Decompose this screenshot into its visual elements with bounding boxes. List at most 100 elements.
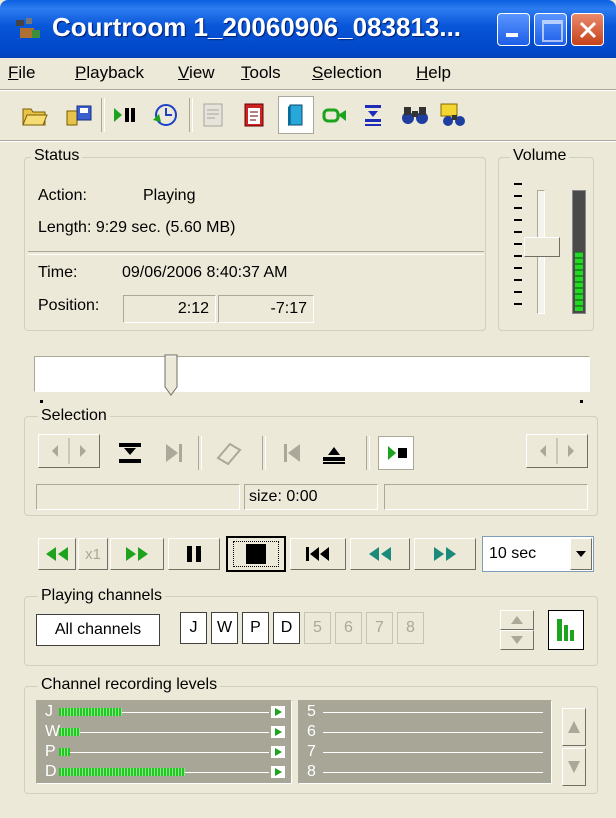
selection-start-field [36, 484, 240, 510]
camera-icon[interactable] [320, 100, 350, 130]
menu-tools[interactable]: Tools [241, 63, 281, 83]
menu-playback[interactable]: Playback [75, 63, 144, 83]
levels-scroll-down[interactable] [562, 748, 586, 786]
playing-channels-legend: Playing channels [38, 587, 165, 605]
position-remaining: -7:17 [218, 295, 314, 323]
fast-forward-icon [126, 547, 148, 561]
find-next-icon[interactable] [438, 100, 468, 130]
pause-icon [187, 546, 201, 562]
skip-back-button[interactable] [350, 538, 410, 570]
channel-p-button[interactable]: P [242, 612, 269, 644]
recording-level-row: J [37, 703, 291, 721]
skip-forward-button[interactable] [414, 538, 476, 570]
stop-button[interactable] [226, 536, 286, 572]
fast-forward-button[interactable] [110, 538, 164, 570]
menu-bar: File Playback View Tools Selection Help [0, 58, 616, 88]
clock-history-icon[interactable] [150, 100, 180, 130]
time-label: Time: [38, 264, 78, 281]
selection-legend: Selection [38, 407, 110, 425]
recording-level-bar [59, 748, 70, 756]
chevron-up-icon [511, 616, 523, 624]
selection-end-field [384, 484, 588, 510]
rewind-button[interactable] [38, 538, 76, 570]
menu-file[interactable]: File [8, 63, 35, 83]
volume-ticks [512, 183, 524, 313]
skip-back-icon [369, 547, 391, 561]
recording-level-row: 5 [299, 703, 551, 721]
maximize-button[interactable] [534, 13, 567, 46]
menu-view[interactable]: View [178, 63, 215, 83]
level-bars-icon [557, 619, 574, 641]
pause-button[interactable] [168, 538, 220, 570]
monitor-arrow-icon[interactable] [271, 706, 285, 718]
channel-name: J [45, 703, 53, 720]
volume-slider-thumb[interactable] [524, 236, 560, 257]
volume-tick [514, 219, 522, 221]
status-divider [28, 251, 484, 255]
skip-interval-value: 10 sec [489, 545, 537, 562]
dropdown-button[interactable] [570, 538, 592, 570]
open-folder-icon[interactable] [20, 100, 50, 130]
monitor-arrow-icon[interactable] [271, 726, 285, 738]
selection-start-nudge[interactable] [38, 434, 100, 468]
minimize-button[interactable] [497, 13, 530, 46]
seek-slider-thumb[interactable] [164, 354, 178, 396]
download-icon[interactable] [358, 100, 388, 130]
recording-level-row: 7 [299, 743, 551, 761]
time-value: 09/06/2006 8:40:37 AM [122, 264, 288, 281]
properties-icon[interactable] [199, 100, 229, 130]
recording-level-row: 8 [299, 763, 551, 781]
channel-d-button[interactable]: D [273, 612, 300, 644]
recording-level-bar [59, 708, 122, 716]
channel-w-button[interactable]: W [211, 612, 238, 644]
volume-tick [514, 291, 522, 293]
action-value: Playing [143, 187, 196, 204]
close-button[interactable] [571, 13, 604, 46]
seek-track[interactable] [34, 356, 590, 392]
recording-levels-right-panel: 5 6 7 8 [298, 700, 552, 784]
channel-5-button[interactable]: 5 [304, 612, 331, 644]
go-to-start-button[interactable] [290, 538, 346, 570]
volume-tick [514, 207, 522, 209]
menu-selection[interactable]: Selection [312, 63, 382, 83]
volume-tick [514, 303, 522, 305]
channel-name: W [45, 723, 61, 740]
monitor-arrow-icon[interactable] [271, 766, 285, 778]
channel-name: D [45, 763, 57, 780]
bookmark-toggle-icon[interactable] [278, 96, 314, 134]
play-to-icon[interactable] [160, 440, 188, 466]
channel-6-button[interactable]: 6 [335, 612, 362, 644]
levels-scroll-up[interactable] [562, 708, 586, 746]
mark-in-icon[interactable] [116, 440, 146, 466]
channels-scroll-down[interactable] [500, 630, 534, 650]
play-selection-button[interactable] [378, 436, 414, 470]
monitor-arrow-icon[interactable] [271, 746, 285, 758]
mark-out-icon[interactable] [320, 440, 350, 466]
position-elapsed: 2:12 [123, 295, 216, 323]
play-pause-icon[interactable] [110, 100, 140, 130]
save-folder-icon[interactable] [64, 100, 94, 130]
close-icon [579, 21, 597, 39]
channel-7-button[interactable]: 7 [366, 612, 393, 644]
chevron-down-icon [511, 636, 523, 644]
chevron-down-icon [568, 761, 580, 773]
rewind-icon [46, 547, 68, 561]
channel-8-button[interactable]: 8 [397, 612, 424, 644]
channel-j-button[interactable]: J [180, 612, 207, 644]
menu-help[interactable]: Help [416, 63, 451, 83]
channel-levels-button[interactable] [548, 610, 584, 650]
skip-interval-select[interactable]: 10 sec [482, 536, 594, 572]
recording-level-row: D [37, 763, 291, 781]
volume-tick [514, 183, 522, 185]
go-back-icon[interactable] [278, 440, 306, 466]
binoculars-icon[interactable] [400, 100, 430, 130]
notes-icon[interactable] [239, 100, 269, 130]
volume-legend: Volume [510, 147, 570, 165]
speed-button[interactable]: x1 [78, 538, 108, 570]
status-legend: Status [31, 147, 83, 165]
eraser-icon[interactable] [214, 438, 244, 466]
selection-end-nudge[interactable] [526, 434, 588, 468]
all-channels-button[interactable]: All channels [36, 614, 160, 646]
channels-scroll-up[interactable] [500, 610, 534, 630]
volume-tick [514, 255, 522, 257]
